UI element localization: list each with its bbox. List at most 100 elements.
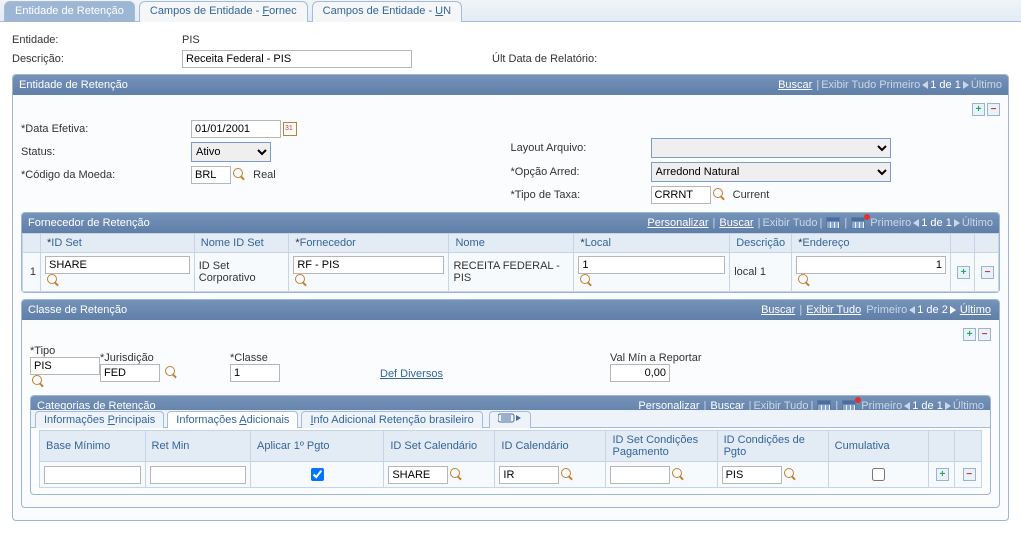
- next-icon[interactable]: [945, 402, 951, 410]
- ultimo: Último: [971, 79, 1002, 91]
- prev-icon[interactable]: [909, 306, 915, 314]
- idset-input[interactable]: [45, 256, 190, 274]
- subtab-info-principais[interactable]: Informações Principais: [35, 411, 164, 428]
- jurisdicao-input[interactable]: [100, 364, 160, 382]
- lookup-icon[interactable]: [784, 468, 798, 482]
- calendar-icon[interactable]: [283, 122, 297, 136]
- lookup-icon[interactable]: [580, 274, 594, 288]
- record-count: 1 de 1: [921, 217, 952, 229]
- descricao-input[interactable]: [182, 50, 412, 68]
- codigo-moeda-desc: Real: [253, 169, 276, 181]
- idset-cal-input[interactable]: [388, 466, 448, 484]
- record-count: 1 de 1: [930, 79, 961, 91]
- delete-row-button[interactable]: [981, 266, 994, 279]
- lookup-icon[interactable]: [713, 188, 727, 202]
- nome-idset: ID Set Corporativo: [194, 253, 289, 292]
- lookup-icon[interactable]: [165, 366, 179, 380]
- subtab-info-adicionais[interactable]: Informações Adicionais: [167, 411, 298, 428]
- val-min-label: Val Mín a Reportar: [610, 352, 730, 364]
- prev-icon[interactable]: [922, 81, 928, 89]
- fornecedor-input[interactable]: [293, 256, 444, 274]
- next-icon[interactable]: [950, 306, 956, 314]
- idset-cond-input[interactable]: [610, 466, 670, 484]
- lookup-icon[interactable]: [32, 375, 46, 389]
- table-row: 1 ID Set Corporativo RECEITA FEDERAL - P…: [23, 253, 999, 292]
- buscar-link[interactable]: Buscar: [761, 304, 795, 316]
- cumulativa-checkbox[interactable]: [872, 468, 885, 481]
- delete-row-button[interactable]: [978, 328, 991, 341]
- subtab-info-adicional-brasil[interactable]: Info Adicional Retenção brasileiro: [301, 411, 482, 428]
- lookup-icon[interactable]: [561, 468, 575, 482]
- lookup-icon[interactable]: [450, 468, 464, 482]
- aplicar-checkbox[interactable]: [311, 468, 324, 481]
- tab-campos-entidade-fornec[interactable]: Campos de Entidade - Fornec: [139, 1, 308, 22]
- next-icon[interactable]: [954, 219, 960, 227]
- grid-icon[interactable]: [851, 217, 865, 229]
- codigo-moeda-input[interactable]: [191, 166, 231, 184]
- tab-entidade-retencao[interactable]: Entidade de Retenção: [4, 1, 135, 22]
- lookup-icon[interactable]: [233, 168, 247, 182]
- buscar-link[interactable]: Buscar: [719, 217, 753, 229]
- exibir-tudo-link[interactable]: Exibir Tudo: [806, 304, 861, 316]
- lookup-icon[interactable]: [672, 468, 686, 482]
- codigo-moeda-label: Código da Moeda:: [21, 169, 191, 181]
- exibir-tudo: Exibir Tudo: [762, 217, 817, 229]
- primeiro: Primeiro: [866, 304, 907, 316]
- fornecedor-grid: *ID Set Nome ID Set *Fornecedor Nome *Lo…: [22, 233, 999, 292]
- buscar-link[interactable]: Buscar: [778, 79, 812, 91]
- lookup-icon[interactable]: [295, 274, 309, 288]
- base-min-input[interactable]: [44, 466, 141, 484]
- local-desc: local 1: [730, 253, 792, 292]
- nome-fornecedor: RECEITA FEDERAL - PIS: [449, 253, 574, 292]
- jurisdicao-label: Jurisdição: [104, 352, 154, 364]
- table-row: [40, 462, 982, 488]
- delete-row-button[interactable]: [987, 103, 1000, 116]
- data-efetiva-input[interactable]: [191, 120, 281, 138]
- download-icon[interactable]: [826, 217, 840, 229]
- def-diversos-link[interactable]: Def Diversos: [380, 368, 443, 380]
- status-label: Status:: [21, 146, 191, 158]
- prev-icon[interactable]: [904, 402, 910, 410]
- tipo-taxa-desc: Current: [733, 189, 770, 201]
- status-select[interactable]: Ativo: [191, 142, 271, 162]
- id-cond-input[interactable]: [722, 466, 782, 484]
- local-input[interactable]: [578, 256, 725, 274]
- classe-label: Classe: [234, 352, 268, 364]
- section-entidade-retencao: Entidade de Retenção Buscar | Exibir Tud…: [12, 74, 1009, 521]
- next-icon[interactable]: [963, 81, 969, 89]
- expand-tabs-button[interactable]: [489, 411, 531, 428]
- lookup-icon[interactable]: [47, 274, 61, 288]
- add-row-button[interactable]: [957, 266, 970, 279]
- delete-row-button[interactable]: [963, 468, 976, 481]
- tab-label: Entidade de Retenção: [15, 5, 124, 17]
- tab-campos-entidade-un[interactable]: Campos de Entidade - UN: [312, 1, 462, 22]
- ret-min-input[interactable]: [150, 466, 247, 484]
- record-count: 1 de 2: [917, 304, 948, 316]
- tipo-label: Tipo: [34, 345, 55, 357]
- ult-data-relatorio-label: Últ Data de Relatório:: [492, 53, 597, 65]
- classe-input[interactable]: [230, 364, 280, 382]
- section-categorias-retencao: Categorias de Retenção Personalizar | Bu…: [30, 395, 991, 495]
- layout-arquivo-select[interactable]: [651, 138, 891, 158]
- primeiro: Primeiro: [879, 79, 920, 91]
- section-title: Classe de Retenção: [28, 304, 127, 316]
- ultimo-link[interactable]: Último: [960, 304, 991, 316]
- entidade-value: PIS: [182, 34, 352, 46]
- opcao-arred-select[interactable]: Arredond Natural: [651, 162, 891, 182]
- id-cal-input[interactable]: [499, 466, 559, 484]
- personalizar-link[interactable]: Personalizar: [647, 217, 708, 229]
- tipo-taxa-input[interactable]: [651, 186, 711, 204]
- add-row-button[interactable]: [963, 328, 976, 341]
- add-row-button[interactable]: [972, 103, 985, 116]
- lookup-icon[interactable]: [798, 274, 812, 288]
- data-efetiva-label: Data Efetiva:: [21, 123, 191, 135]
- tipo-input[interactable]: [30, 357, 100, 375]
- section-fornecedor-retencao: Fornecedor de Retenção Personalizar | Bu…: [21, 212, 1000, 293]
- prev-icon[interactable]: [913, 219, 919, 227]
- opcao-arred-label: Opção Arred:: [511, 166, 651, 178]
- primeiro: Primeiro: [870, 217, 911, 229]
- endereco-input[interactable]: [796, 256, 946, 274]
- val-min-input[interactable]: [610, 364, 670, 382]
- add-row-button[interactable]: [936, 468, 949, 481]
- tipo-taxa-label: Tipo de Taxa:: [511, 189, 651, 201]
